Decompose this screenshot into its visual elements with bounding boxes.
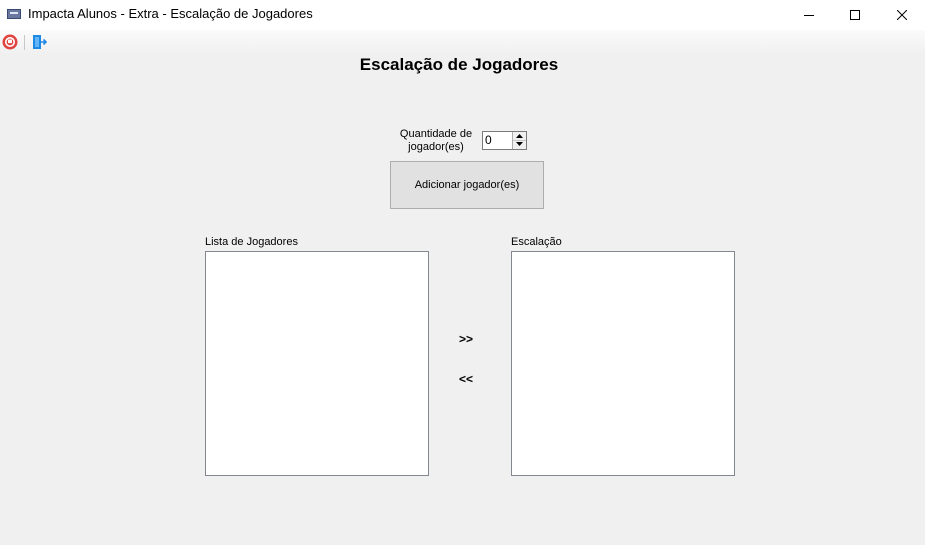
chevron-down-icon (516, 142, 523, 146)
toolbar-separator (24, 35, 25, 50)
move-right-button[interactable]: >> (450, 329, 482, 349)
app-icon (7, 9, 21, 19)
door-icon[interactable] (31, 34, 47, 50)
player-list-label: Lista de Jogadores (205, 236, 298, 248)
stepper-down-button[interactable] (513, 140, 526, 148)
player-list-box[interactable] (205, 251, 429, 476)
chevron-up-icon (516, 134, 523, 138)
lineup-label: Escalação (511, 236, 562, 248)
move-left-button[interactable]: << (450, 369, 482, 389)
quantity-value[interactable]: 0 (485, 133, 492, 147)
quantity-label: Quantidade de jogador(es) (399, 128, 473, 153)
minimize-button[interactable] (786, 0, 832, 30)
title-bar: Impacta Alunos - Extra - Escalação de Jo… (0, 0, 925, 30)
quantity-stepper[interactable]: 0 (482, 131, 527, 150)
page-title: Escalação de Jogadores (359, 55, 559, 74)
window-title: Impacta Alunos - Extra - Escalação de Jo… (28, 6, 313, 21)
add-players-button[interactable]: Adicionar jogador(es) (390, 161, 544, 209)
maximize-icon (850, 10, 860, 20)
stepper-arrows (512, 132, 526, 149)
toolbar (0, 30, 925, 54)
minimize-icon (804, 15, 814, 16)
maximize-button[interactable] (832, 0, 878, 30)
close-icon (897, 10, 907, 20)
lineup-list-box[interactable] (511, 251, 735, 476)
close-button[interactable] (879, 0, 925, 30)
exit-icon[interactable] (2, 34, 18, 50)
